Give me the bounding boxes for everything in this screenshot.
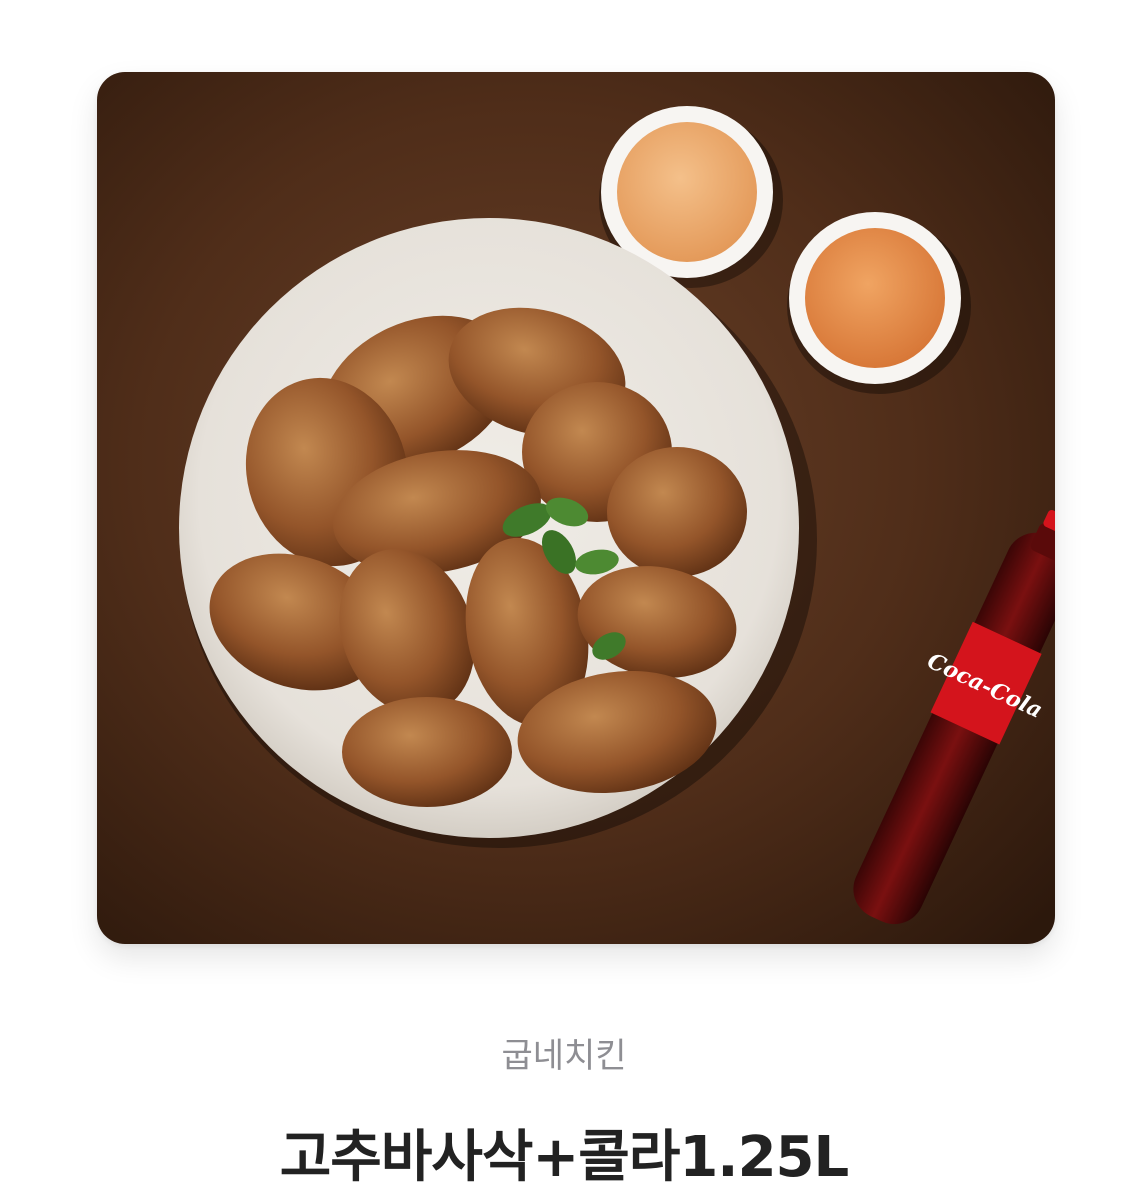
brand-name: 굽네치킨 <box>501 1036 627 1076</box>
product-title: 고추바사삭+콜라1.25L <box>279 1125 849 1190</box>
product-image[interactable]: Coca-Cola <box>97 72 1055 944</box>
product-photo: Coca-Cola <box>97 72 1055 944</box>
